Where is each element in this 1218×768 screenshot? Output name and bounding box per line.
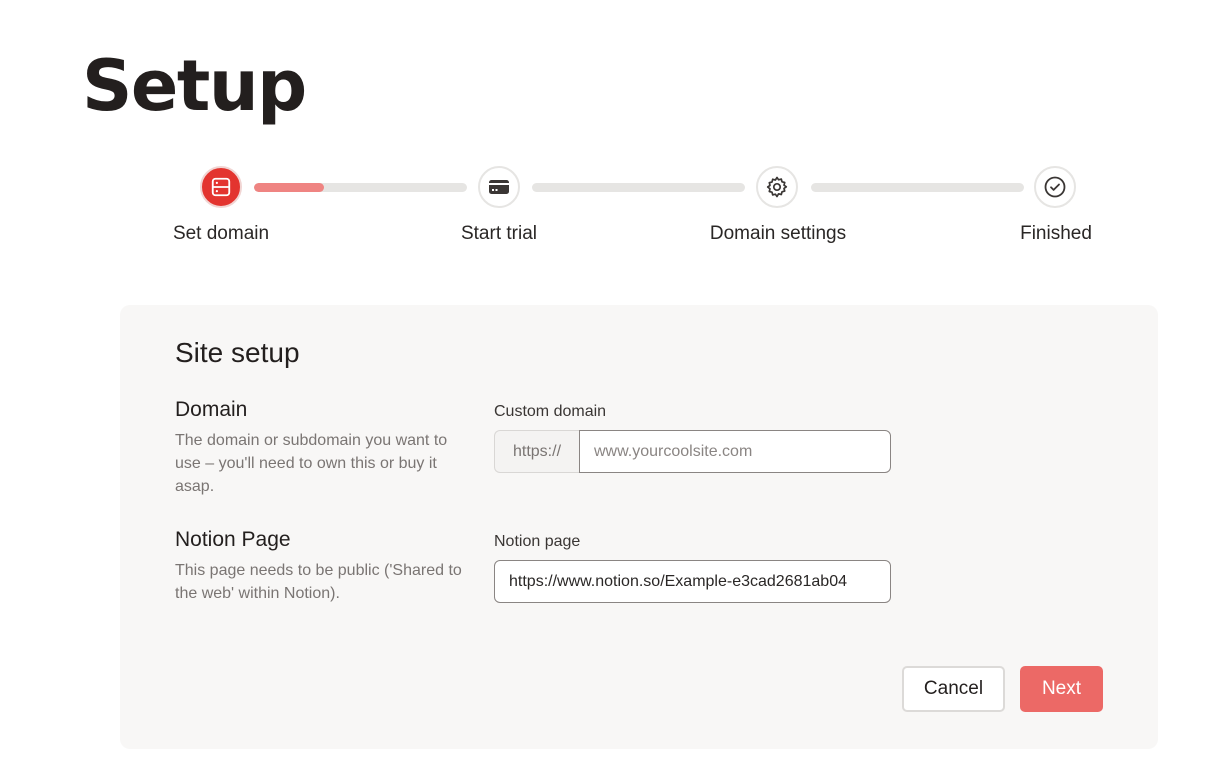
step-label-start-trial: Start trial: [460, 223, 538, 244]
next-button[interactable]: Next: [1020, 666, 1103, 712]
site-setup-card: Site setup Domain The domain or subdomai…: [120, 305, 1158, 749]
check-circle-icon: [1044, 176, 1066, 198]
gear-icon: [766, 176, 788, 198]
step-connector-1: [254, 183, 467, 192]
credit-card-icon: [489, 180, 509, 194]
custom-domain-group: https://: [494, 430, 891, 473]
step-label-set-domain: Set domain: [172, 223, 270, 244]
step-set-domain[interactable]: [200, 166, 242, 208]
step-label-finished: Finished: [1020, 223, 1092, 244]
step-domain-settings[interactable]: [756, 166, 798, 208]
step-label-domain-settings: Domain settings: [709, 223, 847, 244]
step-finished[interactable]: [1034, 166, 1076, 208]
custom-domain-input[interactable]: [579, 430, 891, 473]
notion-page-input[interactable]: [494, 560, 891, 603]
progress-stepper: Set domain Start trial Domain settings F…: [0, 0, 1218, 260]
server-icon: [211, 177, 231, 197]
domain-description: The domain or subdomain you want to use …: [175, 432, 448, 495]
https-prefix: https://: [494, 430, 579, 473]
step-start-trial[interactable]: [478, 166, 520, 208]
custom-domain-label: Custom domain: [494, 403, 607, 420]
step-connector-1-fill: [254, 183, 325, 192]
notion-page-description: This page needs to be public ('Shared to…: [175, 562, 462, 602]
notion-page-heading: Notion Page: [175, 528, 291, 551]
step-connector-3: [811, 183, 1024, 192]
cancel-button[interactable]: Cancel: [902, 666, 1005, 712]
domain-heading: Domain: [175, 398, 248, 421]
card-title: Site setup: [175, 337, 300, 368]
notion-page-label: Notion page: [494, 533, 581, 550]
step-connector-2: [532, 183, 745, 192]
